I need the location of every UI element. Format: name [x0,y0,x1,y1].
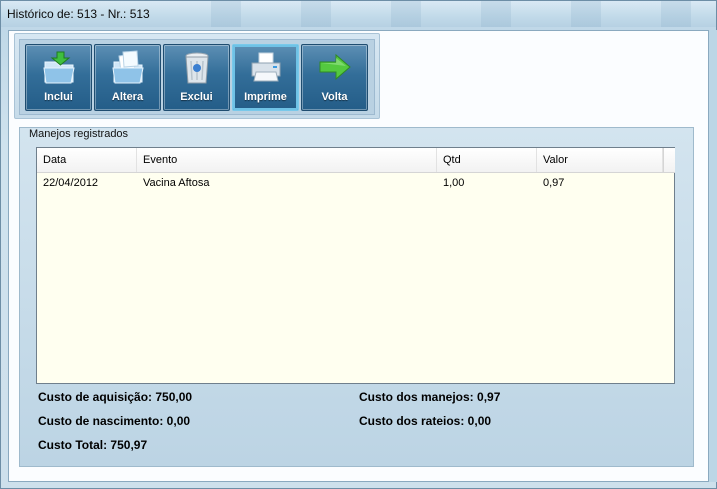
grid-header-cap [663,148,675,173]
exclui-button[interactable]: Exclui [163,44,230,111]
imprime-button[interactable]: Imprime [232,44,299,111]
table-cell-evento[interactable]: Vacina Aftosa [137,172,437,194]
table-cell-qtd[interactable]: 1,00 [437,172,537,194]
printer-icon [251,52,281,82]
column-header-qtd[interactable]: Qtd [437,148,537,172]
window-title: Histórico de: 513 - Nr.: 513 [7,7,150,21]
custo-total: Custo Total: 750,97 [38,438,148,452]
custo-aquisicao: Custo de aquisição: 750,00 [38,390,193,404]
column-header-data[interactable]: Data [37,148,137,172]
column-header-valor[interactable]: Valor [537,148,663,172]
altera-button[interactable]: Altera [94,44,161,111]
altera-label: Altera [111,91,144,103]
volta-button[interactable]: Volta [301,44,368,111]
window-edge [709,30,717,482]
title-bar-decoration [151,1,711,27]
arrow-right-icon [319,53,351,81]
volta-label: Volta [321,91,348,103]
group-title: Manejos registrados [27,128,131,140]
column-header-evento[interactable]: Evento [137,148,437,172]
manejos-grid[interactable]: Data Evento Qtd Valor 22/04/2012 Vacina … [36,147,675,384]
trash-icon [185,52,209,84]
edit-folder-icon [112,50,144,84]
inclui-button[interactable]: Inclui [25,44,92,111]
table-cell-data[interactable]: 22/04/2012 [37,172,137,194]
imprime-label: Imprime [244,91,287,103]
inclui-label: Inclui [44,91,73,103]
grid-header: Data Evento Qtd Valor [37,148,663,173]
add-folder-icon [43,51,75,84]
exclui-label: Exclui [180,91,213,103]
custo-rateios: Custo dos rateios: 0,00 [359,414,492,428]
custo-nascimento: Custo de nascimento: 0,00 [38,414,191,428]
table-cell-valor[interactable]: 0,97 [537,172,663,194]
title-bar[interactable]: Histórico de: 513 - Nr.: 513 [1,1,716,27]
custo-manejos: Custo dos manejos: 0,97 [359,390,501,404]
